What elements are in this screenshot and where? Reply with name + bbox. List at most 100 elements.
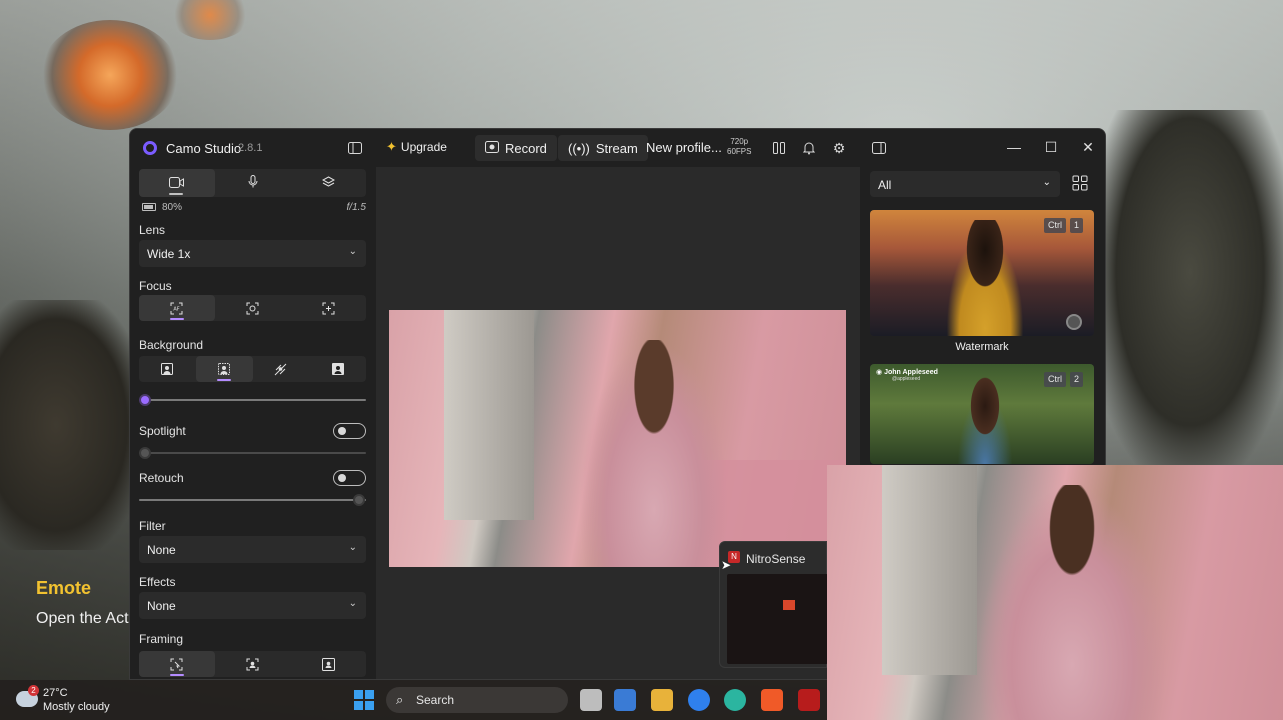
sparkle-icon: ✦ xyxy=(386,139,397,154)
upgrade-button[interactable]: ✦ Upgrade xyxy=(386,139,447,155)
tab-overlays[interactable] xyxy=(290,169,366,197)
weather-description[interactable]: Mostly cloudy xyxy=(43,701,110,713)
slider-track xyxy=(139,399,366,401)
record-button[interactable]: Record xyxy=(475,135,557,161)
edge-browser-icon[interactable] xyxy=(724,689,746,711)
overlay-card-name-tag[interactable]: ◉ John Appleseed @appleseed Ctrl 2 xyxy=(870,364,1094,464)
effects-select[interactable]: None ⌄ xyxy=(139,592,366,619)
stream-button[interactable]: ((•)) Stream xyxy=(558,135,648,161)
filter-label: Filter xyxy=(139,519,166,533)
facecam-background-door xyxy=(882,465,977,675)
background-mode-selector xyxy=(139,356,366,382)
close-icon[interactable]: ✕ xyxy=(1078,137,1098,157)
face-focus-icon xyxy=(246,302,259,314)
tab-audio[interactable] xyxy=(215,169,291,197)
retouch-toggle[interactable] xyxy=(333,470,366,486)
fps-value: 60FPS xyxy=(727,147,752,156)
taskbar-search[interactable]: ⌕ Search xyxy=(386,687,568,713)
overlay-preview-man xyxy=(950,376,1020,464)
gear-icon[interactable]: ⚙ xyxy=(830,139,848,157)
record-icon xyxy=(485,140,499,156)
chevron-down-icon: ⌄ xyxy=(348,542,357,553)
framing-manual-button[interactable] xyxy=(139,651,215,677)
nitrosense-taskbar-icon[interactable] xyxy=(798,689,820,711)
filter-select[interactable]: None ⌄ xyxy=(139,536,366,563)
shortcut-modifier: Ctrl xyxy=(1044,372,1066,387)
tab-camera[interactable] xyxy=(139,169,215,197)
chevron-down-icon: ⌄ xyxy=(1042,177,1051,188)
video-background-door xyxy=(444,310,534,520)
battery-icon xyxy=(142,203,156,212)
background-level-slider[interactable] xyxy=(139,394,366,406)
background-label: Background xyxy=(139,338,204,352)
slider-track xyxy=(139,499,366,501)
background-blur-button[interactable] xyxy=(195,356,253,382)
minimize-icon[interactable]: — xyxy=(1004,137,1024,157)
center-frame-icon xyxy=(321,657,335,671)
search-label: Search xyxy=(416,693,455,707)
windows-start-icon[interactable] xyxy=(354,690,374,710)
background-hide-button[interactable] xyxy=(253,356,310,382)
retouch-slider[interactable] xyxy=(139,494,366,506)
focus-face-button[interactable] xyxy=(215,295,291,321)
spotlight-toggle[interactable] xyxy=(333,423,366,439)
broadcast-icon: ((•)) xyxy=(568,140,590,156)
manual-focus-icon xyxy=(322,302,335,314)
focus-auto-button[interactable]: AF xyxy=(139,295,215,321)
task-view-icon[interactable] xyxy=(580,689,602,711)
camera-settings-panel: 80% f/1.5 Lens Wide 1x ⌄ Focus AF Backgr… xyxy=(130,167,375,679)
record-label: Record xyxy=(505,140,547,156)
overlay-handle: @appleseed xyxy=(892,376,921,382)
panel-toggle-icon[interactable] xyxy=(870,139,888,157)
maximize-icon[interactable]: ☐ xyxy=(1041,137,1061,157)
blur-icon xyxy=(218,363,231,375)
svg-text:AF: AF xyxy=(174,306,180,312)
nitrosense-preview[interactable]: N NitroSense xyxy=(719,541,828,668)
auto-frame-icon xyxy=(246,658,259,670)
app-name: Camo Studio xyxy=(166,141,242,156)
lens-value: Wide 1x xyxy=(147,247,191,261)
slider-thumb[interactable] xyxy=(353,494,365,506)
framing-label: Framing xyxy=(139,632,184,646)
grid-view-icon[interactable] xyxy=(1072,175,1088,191)
layout-icon[interactable] xyxy=(770,139,788,157)
lens-label: Lens xyxy=(139,223,166,237)
video-camera-icon xyxy=(169,176,185,191)
profile-selector[interactable]: New profile... xyxy=(646,140,722,155)
facecam-person xyxy=(977,485,1167,720)
brave-browser-icon[interactable] xyxy=(761,689,783,711)
replace-background-icon xyxy=(331,363,344,375)
slider-thumb[interactable] xyxy=(139,394,151,406)
background-none-button[interactable] xyxy=(139,356,196,382)
emote-title: Emote xyxy=(36,578,92,598)
video-person xyxy=(579,340,729,567)
notification-badge: 2 xyxy=(28,685,39,696)
user-circle-icon: ◉ xyxy=(876,369,885,376)
spotlight-label: Spotlight xyxy=(139,424,186,438)
slider-thumb[interactable] xyxy=(139,447,151,459)
framing-auto-button[interactable] xyxy=(215,651,291,677)
background-replace-button[interactable] xyxy=(309,356,366,382)
app-store-icon[interactable] xyxy=(688,689,710,711)
store-icon[interactable] xyxy=(614,689,636,711)
pointer-frame-icon xyxy=(170,658,183,670)
framing-center-button[interactable] xyxy=(290,651,366,677)
resolution-value: 720p xyxy=(730,137,749,146)
nitrosense-title: NitroSense xyxy=(746,552,806,566)
overlay-card-watermark[interactable]: Ctrl 1 xyxy=(870,210,1094,336)
filter-value: None xyxy=(147,543,176,557)
shortcut-key: 2 xyxy=(1070,372,1084,387)
sidebar-toggle-icon[interactable] xyxy=(346,139,364,157)
overlay-filter-select[interactable]: All ⌄ xyxy=(870,171,1060,197)
weather-temperature[interactable]: 27°C xyxy=(43,687,68,699)
bell-icon[interactable] xyxy=(800,139,818,157)
slider-track xyxy=(139,452,366,454)
spotlight-slider[interactable] xyxy=(139,447,366,459)
soldier-left-graphic xyxy=(0,300,140,550)
search-icon: ⌕ xyxy=(396,692,404,707)
camo-logo-icon xyxy=(143,141,157,155)
chevron-down-icon: ⌄ xyxy=(348,246,357,257)
file-explorer-icon[interactable] xyxy=(651,689,673,711)
focus-manual-button[interactable] xyxy=(290,295,366,321)
lens-select[interactable]: Wide 1x ⌄ xyxy=(139,240,366,267)
